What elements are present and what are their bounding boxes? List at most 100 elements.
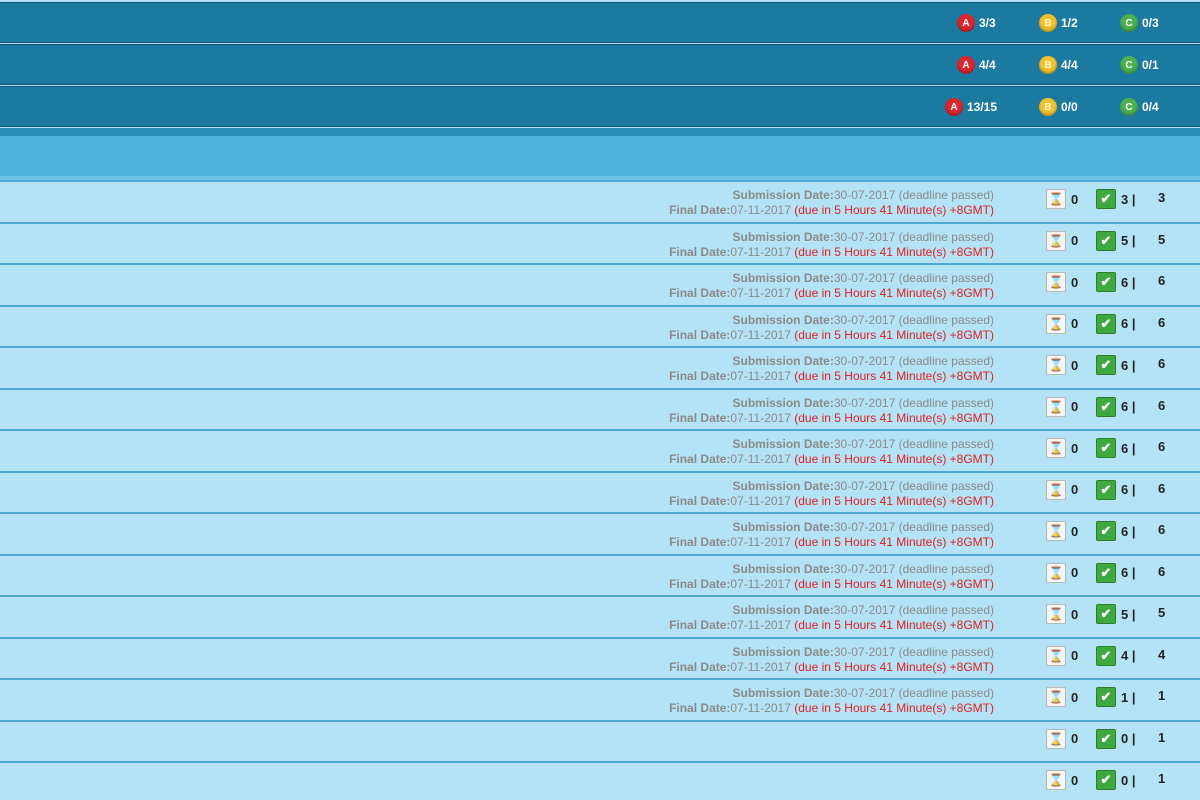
final-label: Final Date: bbox=[669, 452, 731, 466]
completed-count[interactable]: ✔ 6 | bbox=[1096, 313, 1135, 334]
completed-count[interactable]: ✔ 6 | bbox=[1096, 272, 1135, 292]
submission-note: (deadline passed) bbox=[898, 312, 994, 327]
hourglass-icon: ⌛ bbox=[1046, 438, 1066, 458]
dates-block: Submission Date:30-07-2017 (deadline pas… bbox=[669, 603, 994, 633]
completed-count[interactable]: ✔ 6 | bbox=[1096, 479, 1135, 500]
final-date: 07-11-2017 bbox=[730, 618, 791, 632]
pending-count[interactable]: ⌛ 0 bbox=[1046, 728, 1079, 749]
table-row[interactable]: Submission Date:30-07-2017 (deadline pas… bbox=[0, 346, 1200, 388]
final-note: (due in 5 Hours 41 Minute(s) +8GMT) bbox=[794, 244, 994, 259]
completed-count[interactable]: ✔ 5 | bbox=[1096, 604, 1135, 624]
final-line: Final Date:07-11-2017 (due in 5 Hours 41… bbox=[669, 369, 994, 384]
table-row[interactable]: Submission Date:30-07-2017 (deadline pas… bbox=[0, 678, 1200, 720]
table-row[interactable]: Submission Date:30-07-2017 (deadline pas… bbox=[0, 180, 1200, 222]
table-row[interactable]: Submission Date:30-07-2017 (deadline pas… bbox=[0, 429, 1200, 471]
completed-count[interactable]: ✔ 0 | bbox=[1096, 728, 1135, 749]
final-label: Final Date: bbox=[669, 701, 731, 715]
summary-value-a: 13/15 bbox=[967, 100, 998, 114]
table-row[interactable]: ⌛ 0 ✔ 0 | 1 bbox=[0, 719, 1200, 761]
submission-label: Submission Date: bbox=[732, 188, 834, 202]
submission-note: (deadline passed) bbox=[898, 437, 994, 451]
final-label: Final Date: bbox=[669, 618, 731, 632]
table-row[interactable]: Submission Date:30-07-2017 (deadline pas… bbox=[0, 553, 1200, 595]
table-row[interactable]: Submission Date:30-07-2017 (deadline pas… bbox=[0, 470, 1200, 512]
pending-value: 0 bbox=[1071, 357, 1079, 373]
pending-count[interactable]: ⌛ 0 bbox=[1046, 645, 1078, 666]
completed-value: 6 | bbox=[1121, 357, 1136, 373]
hourglass-icon: ⌛ bbox=[1046, 355, 1066, 375]
final-line: Final Date:07-11-2017 (due in 5 Hours 41… bbox=[669, 452, 994, 467]
pending-count[interactable]: ⌛ 0 bbox=[1046, 438, 1078, 458]
completed-count[interactable]: ✔ 3 | bbox=[1096, 189, 1135, 209]
submission-date: 30-07-2017 bbox=[833, 603, 896, 617]
divider bbox=[0, 128, 1200, 136]
completed-count[interactable]: ✔ 6 | bbox=[1096, 355, 1135, 375]
completed-count[interactable]: ✔ 4 | bbox=[1096, 645, 1135, 666]
summary-value-b: 4/4 bbox=[1061, 58, 1078, 72]
table-row[interactable]: Submission Date:30-07-2017 (deadline pas… bbox=[0, 387, 1200, 429]
pending-value: 0 bbox=[1071, 440, 1079, 456]
completed-count[interactable]: ✔ 6 | bbox=[1096, 521, 1135, 541]
table-row[interactable]: Submission Date:30-07-2017 (deadline pas… bbox=[0, 512, 1200, 554]
submission-line: Submission Date:30-07-2017 (deadline pas… bbox=[669, 188, 995, 203]
hourglass-icon: ⌛ bbox=[1046, 313, 1066, 334]
page: A 3/3 B 1/2 C 0/3 A 4/4 B 4/4 C 0/1 A 13… bbox=[0, 0, 1200, 800]
final-label: Final Date: bbox=[669, 493, 731, 508]
pending-count[interactable]: ⌛ 0 bbox=[1046, 687, 1078, 707]
total-count: 1 bbox=[1158, 729, 1166, 745]
table-row[interactable]: Submission Date:30-07-2017 (deadline pas… bbox=[0, 221, 1200, 263]
submission-note: (deadline passed) bbox=[898, 561, 994, 576]
dates-block: Submission Date:30-07-2017 (deadline pas… bbox=[669, 645, 994, 675]
final-line: Final Date:07-11-2017 (due in 5 Hours 41… bbox=[669, 577, 994, 592]
final-label: Final Date: bbox=[669, 576, 731, 591]
pending-count[interactable]: ⌛ 0 bbox=[1046, 189, 1078, 209]
final-line: Final Date:07-11-2017 (due in 5 Hours 41… bbox=[669, 286, 994, 301]
completed-count[interactable]: ✔ 6 | bbox=[1096, 396, 1135, 417]
pending-count[interactable]: ⌛ 0 bbox=[1046, 230, 1079, 251]
pending-count[interactable]: ⌛ 0 bbox=[1046, 396, 1078, 417]
submission-date: 30-07-2017 bbox=[833, 478, 896, 493]
submission-line: Submission Date:30-07-2017 (deadline pas… bbox=[669, 229, 995, 245]
submission-label: Submission Date: bbox=[732, 561, 834, 576]
completed-count[interactable]: ✔ 6 | bbox=[1096, 562, 1135, 583]
pending-count[interactable]: ⌛ 0 bbox=[1046, 272, 1078, 292]
pending-count[interactable]: ⌛ 0 bbox=[1046, 521, 1078, 541]
final-note: (due in 5 Hours 41 Minute(s) +8GMT) bbox=[794, 286, 994, 300]
table-row[interactable]: Submission Date:30-07-2017 (deadline pas… bbox=[0, 636, 1200, 678]
final-date: 07-11-2017 bbox=[730, 452, 791, 466]
total-count: 3 bbox=[1158, 190, 1166, 205]
pending-value: 0 bbox=[1071, 731, 1079, 746]
table-row[interactable]: Submission Date:30-07-2017 (deadline pas… bbox=[0, 263, 1200, 305]
table-row[interactable]: Submission Date:30-07-2017 (deadline pas… bbox=[0, 304, 1200, 346]
submission-line: Submission Date:30-07-2017 (deadline pas… bbox=[669, 561, 995, 577]
submission-date: 30-07-2017 bbox=[833, 271, 896, 285]
completed-count[interactable]: ✔ 0 | bbox=[1096, 770, 1135, 790]
final-date: 07-11-2017 bbox=[730, 203, 791, 217]
section-header bbox=[0, 136, 1200, 180]
hourglass-icon: ⌛ bbox=[1046, 770, 1066, 790]
pending-count[interactable]: ⌛ 0 bbox=[1046, 313, 1078, 334]
final-note: (due in 5 Hours 41 Minute(s) +8GMT) bbox=[794, 493, 994, 508]
badge-c-icon: C bbox=[1120, 56, 1138, 74]
submission-note: (deadline passed) bbox=[898, 395, 994, 410]
final-note: (due in 5 Hours 41 Minute(s) +8GMT) bbox=[794, 410, 994, 425]
completed-count[interactable]: ✔ 6 | bbox=[1096, 438, 1135, 458]
submission-date: 30-07-2017 bbox=[833, 644, 896, 659]
pending-count[interactable]: ⌛ 0 bbox=[1046, 770, 1078, 790]
checkmark-icon: ✔ bbox=[1096, 645, 1116, 666]
pending-count[interactable]: ⌛ 0 bbox=[1046, 604, 1078, 624]
table-row[interactable]: Submission Date:30-07-2017 (deadline pas… bbox=[0, 595, 1200, 637]
pending-value: 0 bbox=[1071, 772, 1079, 788]
pending-value: 0 bbox=[1071, 233, 1079, 248]
table-row[interactable]: ⌛ 0 ✔ 0 | 1 bbox=[0, 761, 1200, 800]
submission-date: 30-07-2017 bbox=[833, 229, 896, 244]
badge-b-icon: B bbox=[1039, 14, 1057, 32]
pending-count[interactable]: ⌛ 0 bbox=[1046, 562, 1078, 583]
final-note: (due in 5 Hours 41 Minute(s) +8GMT) bbox=[794, 576, 994, 591]
badge-a-icon: A bbox=[945, 98, 963, 116]
pending-count[interactable]: ⌛ 0 bbox=[1046, 355, 1078, 375]
completed-count[interactable]: ✔ 1 | bbox=[1096, 687, 1135, 707]
summary-value-a: 4/4 bbox=[979, 58, 996, 72]
pending-count[interactable]: ⌛ 0 bbox=[1046, 479, 1078, 500]
completed-count[interactable]: ✔ 5 | bbox=[1096, 230, 1135, 251]
